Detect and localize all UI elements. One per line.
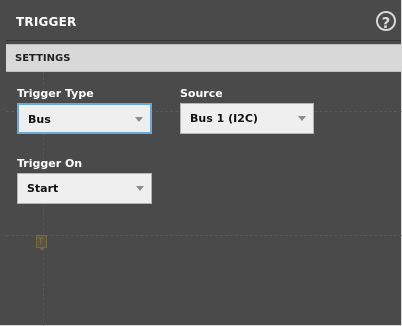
source-value: Bus 1 (I2C): [190, 112, 258, 125]
settings-section-title: SETTINGS: [15, 53, 71, 64]
trigger-panel: TRIGGER ? SETTINGS Trigger Type Bus Sour…: [0, 0, 402, 326]
trigger-on-select[interactable]: Start: [17, 173, 152, 204]
chevron-down-icon: [135, 117, 143, 122]
chevron-down-icon: [136, 186, 144, 191]
trigger-on-label: Trigger On: [17, 157, 83, 170]
trigger-type-label: Trigger Type: [17, 87, 94, 100]
source-label: Source: [180, 87, 223, 100]
panel-title: TRIGGER: [16, 15, 77, 29]
trigger-type-select[interactable]: Bus: [17, 103, 152, 134]
trigger-level-marker-icon: T: [36, 235, 47, 251]
grid-line-horizontal: [6, 235, 402, 236]
settings-section-header[interactable]: SETTINGS: [6, 44, 401, 72]
help-icon[interactable]: ?: [376, 11, 396, 32]
trigger-marker-glyph: T: [38, 236, 44, 246]
panel-title-bar: TRIGGER ?: [6, 4, 401, 41]
trigger-type-value: Bus: [28, 113, 51, 126]
chevron-down-icon: [298, 116, 306, 121]
trigger-on-value: Start: [27, 182, 59, 195]
source-select[interactable]: Bus 1 (I2C): [180, 103, 314, 134]
